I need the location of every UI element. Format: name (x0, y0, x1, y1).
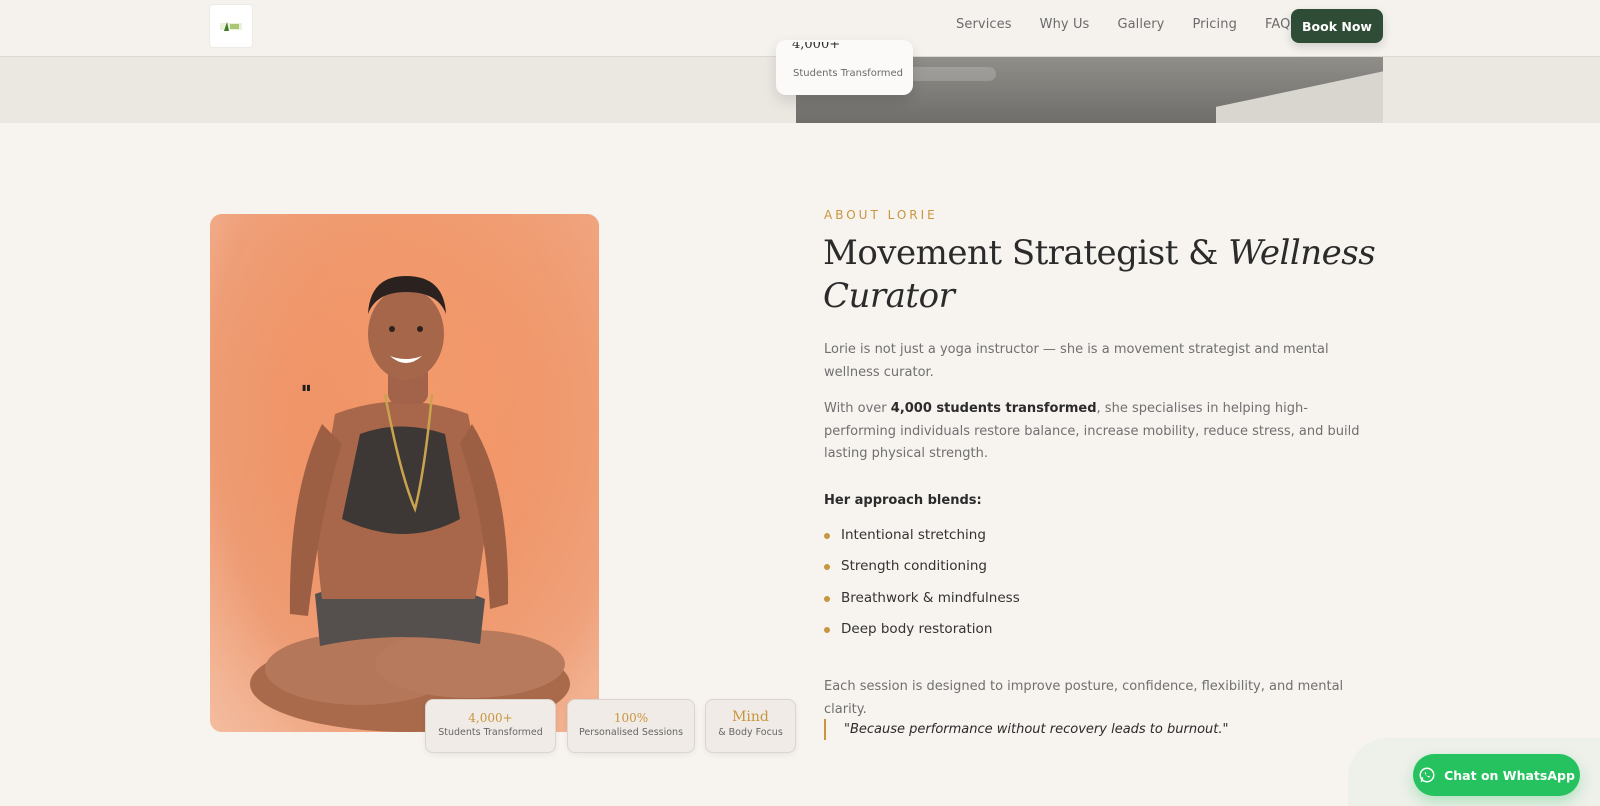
list-item: Breathwork & mindfulness (824, 590, 1020, 621)
nav-why-us-link[interactable]: Why Us (1040, 17, 1090, 32)
site-logo[interactable] (210, 5, 252, 47)
about-intro-paragraph: Lorie is not just a yoga instructor — sh… (824, 342, 1329, 380)
list-item: Deep body restoration (824, 621, 1020, 652)
book-now-button[interactable]: Book Now (1291, 9, 1383, 43)
students-highlight: 4,000 students transformed (890, 401, 1097, 416)
hero-stat-value-clipped: 4,000+ (792, 42, 841, 52)
nav-gallery-link[interactable]: Gallery (1117, 17, 1164, 32)
whatsapp-chat-button[interactable]: Chat on WhatsApp (1413, 754, 1580, 796)
main-nav: Services Why Us Gallery Pricing FAQ (956, 17, 1290, 32)
hero-stat-card: 4,000+ Students Transformed (776, 40, 913, 95)
approach-title: Her approach blends: (824, 493, 982, 508)
about-heading: Movement Strategist & Wellness Curator (823, 232, 1383, 318)
session-paragraph: Each session is designed to improve post… (824, 679, 1344, 717)
stat-label: Personalised Sessions (578, 727, 684, 738)
whatsapp-label: Chat on WhatsApp (1444, 767, 1575, 783)
bullet-dot-icon (824, 626, 830, 633)
stat-label: & Body Focus (718, 727, 783, 738)
stat-value: 100% (613, 711, 649, 725)
section-eyebrow: ABOUT LORIE (824, 208, 938, 222)
hero-stat-label: Students Transformed (793, 68, 903, 79)
nav-faq-link[interactable]: FAQ (1265, 17, 1290, 32)
bullet-dot-icon (824, 564, 830, 571)
heading-plain: Movement Strategist & (823, 233, 1229, 273)
bullet-dot-icon (824, 533, 830, 539)
approach-list: Intentional stretching Strength conditio… (824, 527, 1020, 652)
logo-icon (220, 22, 242, 31)
portrait-illustration: ▮▮ (210, 214, 599, 732)
nav-services-link[interactable]: Services (956, 17, 1012, 32)
list-item: Strength conditioning (824, 558, 1020, 589)
lorie-portrait-image: ▮▮ (210, 214, 599, 732)
whatsapp-icon (1419, 767, 1435, 783)
list-item: Intentional stretching (824, 527, 1020, 558)
svg-text:▮▮: ▮▮ (302, 383, 311, 392)
stat-card-students: 4,000+ Students Transformed (425, 699, 556, 753)
stat-value: Mind (732, 709, 769, 725)
stat-label: Students Transformed (438, 727, 543, 738)
about-students-paragraph: With over 4,000 students transformed, sh… (824, 401, 1360, 461)
bullet-dot-icon (824, 595, 830, 602)
about-quote: "Because performance without recovery le… (824, 719, 1228, 740)
stat-card-personalised: 100% Personalised Sessions (567, 699, 695, 753)
nav-pricing-link[interactable]: Pricing (1192, 17, 1237, 32)
stat-value: 4,000+ (468, 711, 513, 725)
stat-card-mind-body: Mind & Body Focus (705, 699, 796, 753)
